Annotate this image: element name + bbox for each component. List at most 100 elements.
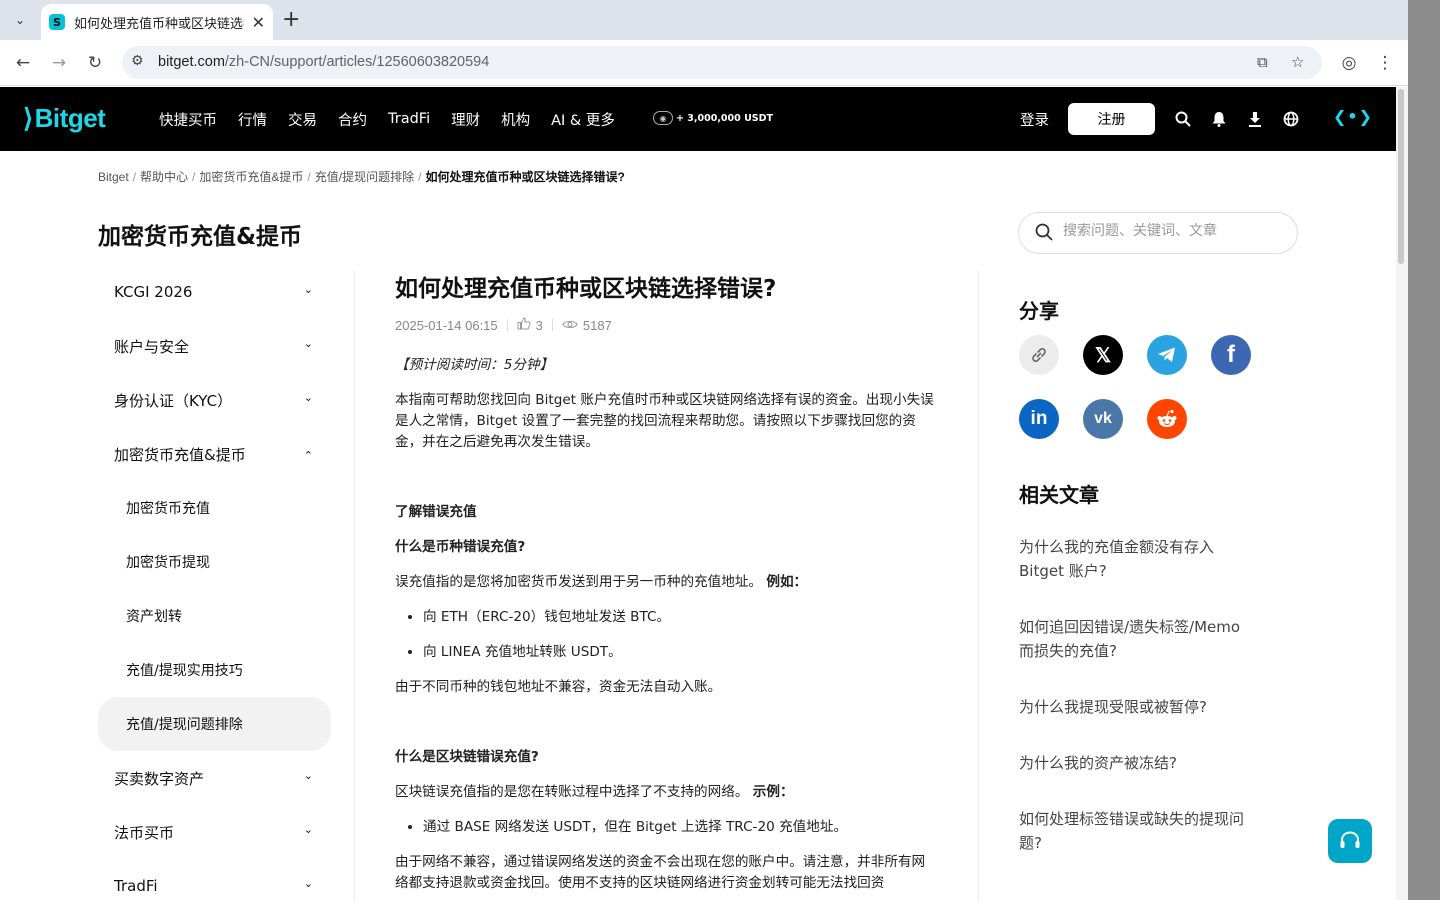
heading-coin-error: 什么是币种错误充值? [395,539,526,555]
bitget-logo-mark-icon: ⟩ [23,103,33,133]
back-arrow-icon[interactable]: ← [10,50,36,76]
sidebar-item-fiat[interactable]: 法币买币 ⌄ [98,805,331,859]
browser-toolbar: ← → ↻ ⚙ bitget.com/zh-CN/support/article… [0,40,1408,86]
related-article-link[interactable]: 如何处理标签错误或缺失的提现问题? [1019,807,1259,855]
search-icon[interactable] [1172,107,1194,131]
heading-understand: 了解错误充值 [395,504,477,520]
sidebar-item-label: 加密货币充值&提币 [114,445,246,464]
sidebar-item-kyc[interactable]: 身份认证（KYC） ⌄ [98,373,331,427]
sidebar-subitem-troubleshooting[interactable]: 充值/提现问题排除 [98,697,331,751]
bookmark-star-icon[interactable]: ☆ [1291,53,1304,71]
site-info-icon[interactable]: ⚙ [131,53,144,69]
coin-example-label: 例如： [766,574,808,590]
promo-text: + 3,000,000 USDT [676,112,773,124]
download-icon[interactable] [1244,107,1266,131]
eye-icon [562,318,578,333]
sidebar-item-account-security[interactable]: 账户与安全 ⌄ [98,319,331,373]
right-column-divider [978,270,979,900]
vk-icon[interactable]: vk [1083,399,1123,439]
nav-item-futures[interactable]: 合约 [338,109,367,130]
linkedin-icon[interactable]: in [1019,399,1059,439]
sidebar-subitem-tips[interactable]: 充值/提现实用技巧 [98,643,331,697]
nav-item-earn[interactable]: 理财 [451,109,480,130]
link-icon[interactable] [1019,335,1059,375]
site-header: ⟩ Bitget 快捷买币 行情 交易 合约 TradFi 理财 机构 AI &… [0,87,1396,151]
coin-error-desc: 误充值指的是您将加密货币发送到用于另一币种的充值地址。 例如： [395,574,808,590]
tab-search-chevron-icon[interactable]: ⌄ [7,7,33,33]
help-search-box[interactable] [1018,212,1298,254]
profile-icon[interactable]: ◎ [1336,50,1362,76]
article-likes: 3 [535,317,543,333]
share-title: 分享 [1019,299,1059,323]
related-articles-title: 相关文章 [1019,483,1099,507]
breadcrumb-help-center[interactable]: 帮助中心 [140,170,188,184]
promo-badge-icon: ◉ [653,111,673,125]
address-bar[interactable]: ⚙ bitget.com/zh-CN/support/articles/1256… [122,46,1322,79]
nav-item-institutional[interactable]: 机构 [501,109,530,130]
heading-chain-error: 什么是区块链错误充值? [395,749,539,765]
related-article-link[interactable]: 如何追回因错误/遗失标签/Memo 而损失的充值? [1019,615,1259,663]
reload-icon[interactable]: ↻ [82,50,108,76]
category-sidebar: KCGI 2026 ⌄ 账户与安全 ⌄ 身份认证（KYC） ⌄ 加密货币充值&提… [98,265,331,913]
login-link[interactable]: 登录 [1020,109,1049,130]
sidebar-item-buy-sell[interactable]: 买卖数字资产 ⌄ [98,751,331,805]
telegram-icon[interactable] [1147,335,1187,375]
globe-icon[interactable] [1280,107,1302,131]
breadcrumb: Bitget / 帮助中心 / 加密货币充值&提币 / 充值/提现问题排除 / 如何处理充值币种… [98,170,625,184]
list-item: 通过 BASE 网络发送 USDT，但在 Bitget 上选择 TRC-20 充… [423,817,935,838]
promo-banner[interactable]: ◉ + 3,000,000 USDT [653,111,773,125]
nav-item-trade[interactable]: 交易 [288,109,317,130]
bitget-logo[interactable]: ⟩ Bitget [23,103,106,134]
coin-examples-list: 向 ETH（ERC-20）钱包地址发送 BTC。 向 LINEA 充值地址转账 … [423,607,935,663]
related-article-link[interactable]: 为什么我的充值金额没有存入 Bitget 账户? [1019,535,1259,583]
help-search-input[interactable] [1063,223,1283,239]
url-text: bitget.com/zh-CN/support/articles/125606… [158,54,489,70]
nav-item-ai-more[interactable]: AI & 更多 [551,109,615,130]
chevron-down-icon: ⌄ [303,877,313,890]
related-article-link[interactable]: 为什么我的资产被冻结? [1019,751,1259,775]
sidebar-item-label: TradFi [114,877,158,895]
browser-menu-icon[interactable]: ⋮ [1372,50,1398,76]
nav-item-quick-buy[interactable]: 快捷买币 [159,109,217,130]
reddit-icon[interactable] [1147,399,1187,439]
forward-arrow-icon[interactable]: → [46,50,72,76]
breadcrumb-home[interactable]: Bitget [98,170,129,184]
thumbs-up-icon[interactable] [517,317,531,333]
main-nav: 快捷买币 行情 交易 合约 TradFi 理财 机构 AI & 更多 [159,87,636,151]
sidebar-item-label: 账户与安全 [114,337,190,356]
related-article-link[interactable]: 为什么我提现受限或被暂停? [1019,695,1259,719]
support-headset-icon[interactable] [1328,819,1372,863]
logo-text: Bitget [34,103,106,133]
sidebar-item-label: 买卖数字资产 [114,769,205,788]
nav-item-markets[interactable]: 行情 [238,109,267,130]
list-item: 向 ETH（ERC-20）钱包地址发送 BTC。 [423,607,935,628]
signup-button[interactable]: 注册 [1068,103,1155,135]
sidebar-subitem-withdraw[interactable]: 加密货币提现 [98,535,331,589]
sidebar-subitem-deposit[interactable]: 加密货币充值 [98,481,331,535]
sidebar-item-kcgi[interactable]: KCGI 2026 ⌄ [98,265,331,319]
sidebar-item-label: 法币买币 [114,823,175,842]
article-date: 2025-01-14 06:15 [395,317,498,333]
article-meta: 2025-01-14 06:15 3 5187 [395,317,935,333]
page-scrollbar-thumb[interactable] [1398,89,1404,264]
coin-error-conclusion: 由于不同币种的钱包地址不兼容，资金无法自动入账。 [395,679,722,695]
bitget-favicon-icon: S [49,14,65,30]
sidebar-subitem-transfer[interactable]: 资产划转 [98,589,331,643]
sidebar-item-label: KCGI 2026 [114,283,193,301]
chevron-down-icon: ⌄ [303,391,313,404]
browser-tab[interactable]: S 如何处理充值币种或区块链选择错误? ✕ [41,4,273,40]
chevron-down-icon: ⌄ [303,769,313,782]
bell-icon[interactable] [1208,107,1230,131]
nav-item-tradfi[interactable]: TradFi [388,111,430,127]
breadcrumb-deposit-withdraw[interactable]: 加密货币充值&提币 [199,170,303,184]
new-tab-plus-icon[interactable]: + [282,8,300,32]
x-icon[interactable]: 𝕏 [1083,335,1123,375]
article: 如何处理充值币种或区块链选择错误? 2025-01-14 06:15 3 518… [395,270,935,894]
sidebar-item-deposit-withdraw[interactable]: 加密货币充值&提币 ⌃ [98,427,331,481]
tab-close-icon[interactable]: ✕ [252,13,265,32]
bitget-onchain-icon[interactable]: ❮•❯ [1333,107,1373,126]
facebook-icon[interactable]: f [1211,335,1251,375]
translate-icon[interactable]: ⧉ [1257,53,1268,71]
sidebar-item-tradfi[interactable]: TradFi ⌄ [98,859,331,913]
breadcrumb-troubleshooting[interactable]: 充值/提现问题排除 [315,170,414,184]
